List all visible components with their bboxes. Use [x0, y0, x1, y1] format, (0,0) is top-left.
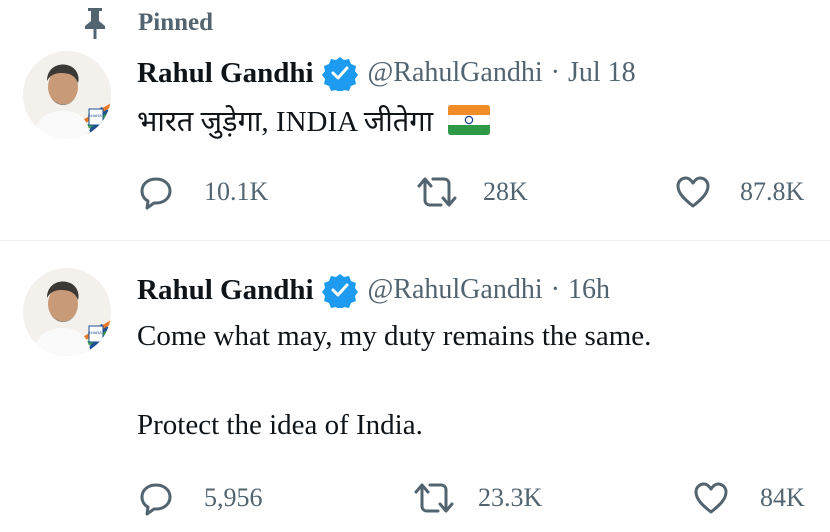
author-name[interactable]: Rahul Gandhi [137, 57, 314, 90]
verified-badge-icon [321, 274, 358, 308]
retweet-count: 28K [483, 177, 528, 206]
author-handle[interactable]: @RahulGandhi [368, 57, 543, 89]
retweet-button[interactable]: 28K [415, 172, 528, 212]
reply-count: 5,956 [204, 483, 263, 512]
india-flag-icon [448, 105, 491, 135]
tweet-divider [0, 240, 830, 241]
reply-icon [140, 177, 172, 210]
like-button[interactable]: 84K [692, 478, 805, 518]
reply-icon [140, 483, 172, 516]
tweet-actions: 5,956 23.3K 84K [0, 478, 830, 518]
svg-text:BHARAT: BHARAT [88, 330, 104, 335]
tweet-timestamp[interactable]: 16h [568, 274, 610, 306]
tweet-text: भारत जुड़ेगा, INDIA जीतेगा [137, 101, 491, 140]
verified-badge-icon [321, 57, 358, 91]
separator-dot: · [550, 274, 560, 305]
retweet-icon [414, 483, 454, 513]
tweet-text-line-2: Protect the idea of India. [137, 409, 423, 441]
like-button[interactable]: 87.8K [674, 172, 804, 212]
author-handle[interactable]: @RahulGandhi [368, 274, 543, 306]
retweet-count: 23.3K [478, 483, 543, 512]
reply-button[interactable]: 10.1K [138, 172, 268, 212]
like-icon [694, 482, 728, 514]
tweet-header: Rahul Gandhi @RahulGandhi · 16h [137, 270, 610, 310]
author-name[interactable]: Rahul Gandhi [137, 274, 314, 307]
avatar[interactable]: BHARAT [23, 51, 111, 139]
retweet-button[interactable]: 23.3K [412, 478, 542, 518]
like-count: 84K [760, 483, 805, 512]
tweet-timestamp[interactable]: Jul 18 [568, 57, 636, 89]
reply-button[interactable]: 5,956 [138, 478, 263, 518]
retweet-icon [417, 177, 457, 207]
pinned-indicator: Pinned [80, 6, 213, 40]
avatar[interactable]: BHARAT [23, 268, 111, 356]
separator-dot: · [550, 57, 560, 88]
tweet-actions: 10.1K 28K 87.8K [0, 172, 830, 212]
tweet-text-line-1: Come what may, my duty remains the same. [137, 320, 652, 352]
tweet-text-content: भारत जुड़ेगा, INDIA जीतेगा [137, 106, 434, 138]
pinned-label: Pinned [138, 9, 214, 36]
like-count: 87.8K [740, 177, 805, 206]
svg-text:BHARAT: BHARAT [88, 113, 104, 118]
reply-count: 10.1K [204, 177, 269, 206]
like-icon [676, 176, 710, 208]
timeline: Pinned BHARAT Rahul Gandhi @RahulGandhi … [0, 0, 830, 532]
tweet-header: Rahul Gandhi @RahulGandhi · Jul 18 [137, 53, 636, 93]
pin-icon [85, 8, 105, 39]
